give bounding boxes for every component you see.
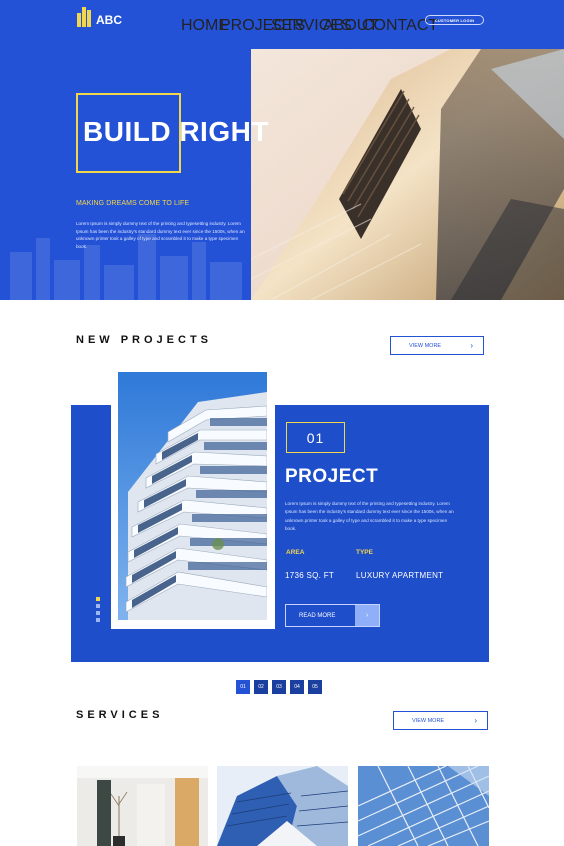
slider-dot[interactable] [96, 604, 100, 608]
page-button[interactable]: 02 [254, 680, 268, 694]
service-card-interior[interactable] [77, 766, 208, 846]
services-view-more-button[interactable]: VIEW MORE › [393, 711, 488, 730]
hero-section: ABC HOME PROJECTS SERVICES ABOUT CONTACT… [0, 0, 564, 300]
slider-dots [96, 597, 100, 622]
slider-dot[interactable] [96, 597, 100, 601]
project-description: Lorem Ipsum is simply dummy text of the … [285, 501, 454, 532]
services-title: SERVICES [76, 709, 164, 721]
page-button[interactable]: 03 [272, 680, 286, 694]
customer-login-button[interactable]: CUSTOMER LOGIN [425, 15, 484, 25]
chevron-right-icon: › [474, 716, 477, 725]
hero-subtitle: MAKING DREAMS COME TO LIFE [76, 200, 190, 207]
chevron-right-icon: › [355, 605, 379, 626]
read-more-button[interactable]: READ MORE › [285, 604, 380, 627]
new-projects-title: NEW PROJECTS [76, 334, 213, 346]
area-label: AREA [286, 549, 305, 556]
view-more-label: VIEW MORE [409, 342, 442, 349]
project-number: 01 [286, 422, 345, 453]
hero-building-image [251, 49, 564, 300]
hero-description: Lorem Ipsum is simply dummy text of the … [76, 221, 245, 249]
projects-view-more-button[interactable]: VIEW MORE › [390, 336, 484, 355]
type-label: TYPE [356, 549, 373, 556]
project-building-image [118, 372, 267, 620]
hero-title: BUILD RIGHT [83, 116, 269, 147]
slider-dot[interactable] [96, 618, 100, 622]
type-value: LUXURY APARTMENT [356, 571, 444, 580]
page-button[interactable]: 01 [236, 680, 250, 694]
service-card-tower[interactable] [217, 766, 348, 846]
brand-logo[interactable]: ABC [77, 7, 122, 27]
read-more-label: READ MORE [299, 612, 336, 619]
project-pagination: 01 02 03 04 05 [236, 680, 322, 694]
area-value: 1736 SQ. FT [285, 571, 335, 580]
page-button[interactable]: 05 [308, 680, 322, 694]
project-title: PROJECT [285, 466, 379, 487]
page-button[interactable]: 04 [290, 680, 304, 694]
brand-name: ABC [96, 13, 122, 27]
service-card-facade[interactable] [358, 766, 489, 846]
building-logo-icon [77, 7, 91, 27]
chevron-right-icon: › [470, 341, 473, 350]
view-more-label: VIEW MORE [412, 717, 445, 724]
slider-dot[interactable] [96, 611, 100, 615]
